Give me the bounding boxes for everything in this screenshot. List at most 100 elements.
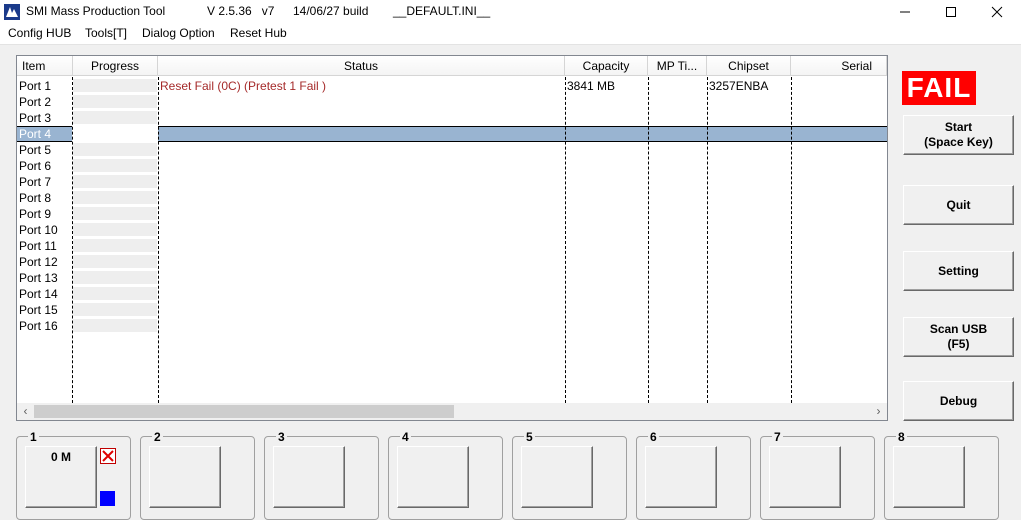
column-divider	[707, 77, 708, 403]
row-item-label: Port 8	[19, 191, 52, 205]
minimize-button[interactable]	[882, 0, 928, 24]
port-button[interactable]	[769, 446, 841, 508]
column-header-serial[interactable]: Serial	[791, 56, 887, 76]
table-row[interactable]: Port 10	[17, 222, 887, 238]
row-selection	[158, 126, 887, 142]
progress-cell	[73, 143, 157, 157]
divider	[0, 44, 1021, 45]
progress-cell	[73, 95, 157, 109]
progress-cell	[73, 239, 157, 253]
table-row[interactable]: Port 7	[17, 174, 887, 190]
column-header-progress[interactable]: Progress	[73, 56, 158, 76]
menu-tools[interactable]: Tools[T]	[85, 26, 127, 40]
column-header-capacity[interactable]: Capacity	[565, 56, 648, 76]
progress-cell	[73, 207, 157, 221]
menu-dialog-option[interactable]: Dialog Option	[142, 26, 215, 40]
menu-reset-hub[interactable]: Reset Hub	[230, 26, 287, 40]
column-header-chipset[interactable]: Chipset	[707, 56, 791, 76]
table-row[interactable]: Port 11	[17, 238, 887, 254]
progress-cell	[73, 111, 157, 125]
port-number: 1	[28, 430, 39, 444]
port-button[interactable]	[273, 446, 345, 508]
table-row[interactable]: Port 3	[17, 110, 887, 126]
debug-button[interactable]: Debug	[903, 381, 1014, 421]
menu-bar: Config HUB Tools[T] Dialog Option Reset …	[0, 24, 1021, 44]
progress-cell	[73, 255, 157, 269]
row-item-label: Port 10	[19, 223, 58, 237]
table-row[interactable]: Port 5	[17, 142, 887, 158]
column-header-mp-time[interactable]: MP Ti...	[648, 56, 707, 76]
port-button[interactable]	[397, 446, 469, 508]
table-row[interactable]: Port 6	[17, 158, 887, 174]
horizontal-scrollbar[interactable]: ‹ ›	[17, 403, 887, 420]
row-item-label: Port 9	[19, 207, 52, 221]
progress-cell	[73, 319, 157, 333]
table-row[interactable]: Port 9	[17, 206, 887, 222]
port-grid[interactable]: Item Progress Status Capacity MP Ti... C…	[16, 55, 888, 421]
row-item-label: Port 12	[19, 255, 58, 269]
port-number: 2	[152, 430, 163, 444]
port-button[interactable]	[645, 446, 717, 508]
table-row[interactable]: Port 15	[17, 302, 887, 318]
scrollbar-thumb[interactable]	[34, 405, 454, 418]
scroll-left-icon[interactable]: ‹	[17, 403, 34, 420]
capacity-cell: 3841 MB	[567, 79, 616, 93]
scroll-right-icon[interactable]: ›	[870, 403, 887, 420]
app-version: V 2.5.36 v7	[207, 4, 275, 18]
table-row[interactable]: Port 14	[17, 286, 887, 302]
port-number: 7	[772, 430, 783, 444]
column-header-status[interactable]: Status	[158, 56, 565, 76]
table-row[interactable]: Port 1 Reset Fail (0C) (Pretest 1 Fail ) 3…	[17, 78, 887, 94]
close-button[interactable]	[974, 0, 1020, 24]
menu-config-hub[interactable]: Config HUB	[8, 26, 71, 40]
port-button[interactable]	[893, 446, 965, 508]
table-row[interactable]: Port 16	[17, 318, 887, 334]
row-item-label: Port 4	[19, 127, 52, 141]
port-number: 5	[524, 430, 535, 444]
port-number: 6	[648, 430, 659, 444]
setting-button[interactable]: Setting	[903, 251, 1014, 291]
row-item-label: Port 5	[19, 143, 52, 157]
start-button[interactable]: Start (Space Key)	[903, 115, 1014, 155]
row-item-label: Port 15	[19, 303, 58, 317]
column-divider	[648, 77, 649, 403]
table-row[interactable]: Port 13	[17, 270, 887, 286]
row-item-label: Port 11	[19, 239, 57, 253]
scan-usb-button[interactable]: Scan USB (F5)	[903, 317, 1014, 357]
port-button[interactable]	[149, 446, 221, 508]
status-cell: Reset Fail (0C) (Pretest 1 Fail )	[160, 79, 327, 93]
row-item-label: Port 7	[19, 175, 52, 189]
port-button[interactable]: 0 M	[25, 446, 97, 508]
fail-x-icon	[100, 448, 116, 464]
row-item-label: Port 16	[19, 319, 58, 333]
progress-cell	[73, 175, 157, 189]
port-number: 4	[400, 430, 411, 444]
table-row[interactable]: Port 2	[17, 94, 887, 110]
chipset-cell: 3257ENBA	[709, 79, 769, 93]
close-icon	[991, 6, 1003, 18]
port-button[interactable]	[521, 446, 593, 508]
port-number: 8	[896, 430, 907, 444]
column-header-item[interactable]: Item	[17, 56, 73, 76]
row-item-label: Port 3	[19, 111, 52, 125]
maximize-icon	[946, 7, 956, 17]
column-divider	[791, 77, 792, 403]
column-divider	[565, 77, 566, 403]
table-row[interactable]: Port 12	[17, 254, 887, 270]
maximize-button[interactable]	[928, 0, 974, 24]
progress-cell	[73, 287, 157, 301]
progress-cell	[73, 79, 157, 93]
quit-button[interactable]: Quit	[903, 185, 1014, 225]
minimize-icon	[900, 11, 910, 13]
progress-cell	[73, 223, 157, 237]
port-1-indicator	[100, 491, 115, 506]
port-capacity: 0 M	[50, 450, 71, 464]
column-divider	[158, 77, 159, 403]
app-build: 14/06/27 build	[293, 4, 369, 18]
result-badge: FAIL	[902, 71, 976, 105]
app-icon	[4, 4, 20, 20]
row-item-label: Port 6	[19, 159, 52, 173]
table-row[interactable]: Port 8	[17, 190, 887, 206]
port-number: 3	[276, 430, 287, 444]
table-row[interactable]: Port 4	[17, 126, 887, 142]
